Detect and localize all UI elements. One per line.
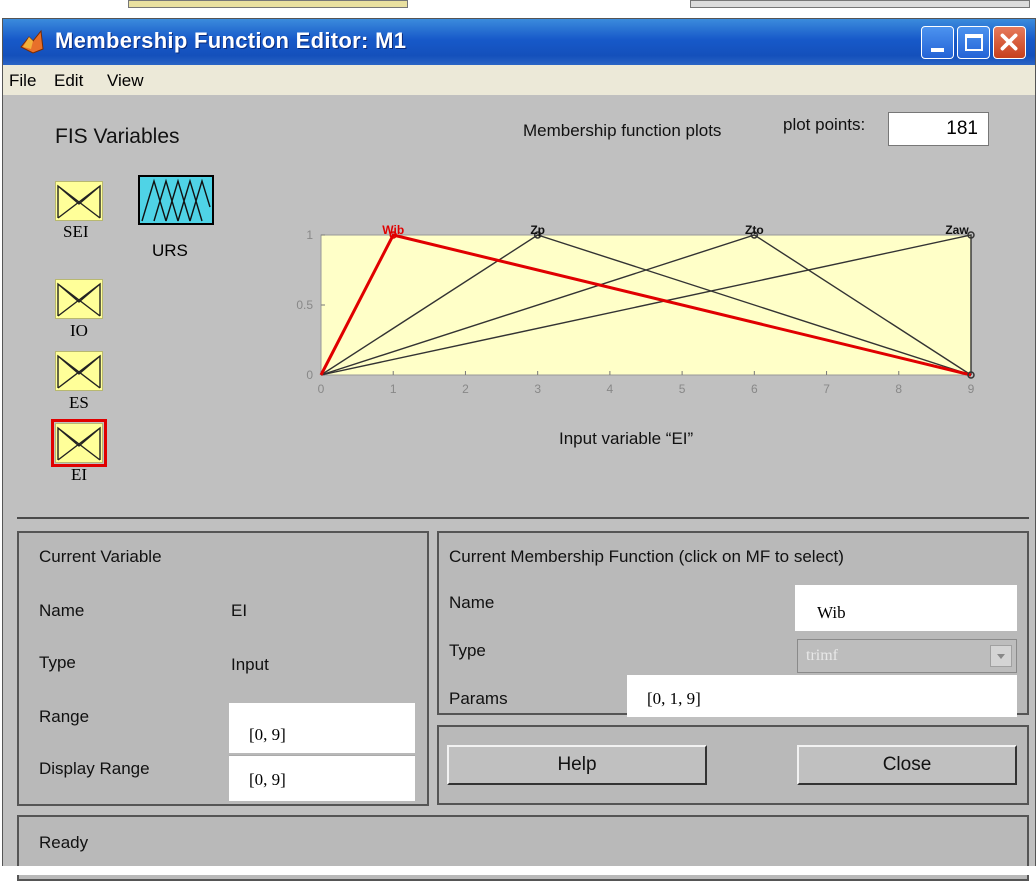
x-tick-label: 4 — [607, 382, 614, 396]
x-tick-label: 7 — [823, 382, 830, 396]
membership-function-editor-window: Membership Function Editor: M1 File Edit… — [2, 18, 1036, 881]
variable-name-label: Name — [39, 601, 85, 620]
close-icon — [1000, 33, 1018, 51]
editor-content: FIS Variables SEI URS IO ES EI Membershi… — [3, 95, 1035, 881]
mf-label-wib: Wib — [382, 225, 404, 237]
mf-label-zp: Zp — [530, 225, 545, 237]
plot-points-label: plot points: — [783, 115, 866, 134]
mf-output-icon — [141, 178, 211, 222]
mf-input-icon — [57, 282, 101, 317]
x-tick-label: 9 — [968, 382, 975, 396]
minimize-icon — [931, 48, 944, 52]
y-tick-label: 0.5 — [296, 298, 313, 312]
variable-ei-label: EI — [71, 465, 88, 484]
x-tick-label: 3 — [534, 382, 541, 396]
membership-plots-label: Membership function plots — [523, 121, 722, 140]
status-text: Ready — [39, 833, 89, 852]
variable-io-label: IO — [70, 321, 88, 340]
background-page-bottom — [0, 866, 1036, 875]
mf-type-label: Type — [449, 641, 486, 660]
variable-io-icon[interactable] — [55, 279, 103, 319]
menu-file[interactable]: File — [9, 71, 36, 91]
title-bar[interactable]: Membership Function Editor: M1 — [3, 19, 1035, 65]
mf-type-select[interactable]: trimf — [797, 639, 1017, 673]
menu-view[interactable]: View — [107, 71, 144, 91]
variable-type-value: Input — [231, 655, 269, 674]
variable-urs-icon[interactable] — [138, 175, 214, 225]
minimize-button[interactable] — [921, 26, 954, 59]
range-label: Range — [39, 707, 90, 726]
variable-sei-icon[interactable] — [55, 181, 103, 221]
mf-label-zaw: Zaw — [945, 225, 969, 237]
close-window-button[interactable] — [993, 26, 1026, 59]
variable-type-label: Type — [39, 653, 76, 672]
button-panel: Help Close — [437, 725, 1029, 805]
mf-params-input[interactable]: [0, 1, 9] — [627, 675, 1017, 717]
maximize-icon — [965, 34, 983, 51]
mf-input-icon — [57, 426, 101, 461]
y-tick-label: 0 — [306, 368, 313, 382]
variable-ei-icon[interactable] — [51, 419, 107, 467]
current-variable-title: Current Variable — [39, 547, 162, 566]
help-button[interactable]: Help — [447, 745, 707, 785]
variable-es-icon[interactable] — [55, 351, 103, 391]
plot-points-input[interactable]: 181 — [888, 112, 989, 146]
mf-params-label: Params — [449, 689, 508, 708]
x-tick-label: 8 — [895, 382, 902, 396]
close-button[interactable]: Close — [797, 745, 1017, 785]
x-tick-label: 1 — [390, 382, 397, 396]
current-mf-title: Current Membership Function (click on MF… — [449, 547, 844, 566]
x-tick-label: 5 — [679, 382, 686, 396]
mf-type-value: trimf — [806, 647, 838, 664]
chevron-down-icon[interactable] — [990, 645, 1012, 667]
x-axis-label: Input variable “EI” — [559, 429, 694, 448]
x-tick-label: 6 — [751, 382, 758, 396]
window-title: Membership Function Editor: M1 — [55, 28, 407, 53]
x-tick-label: 2 — [462, 382, 469, 396]
menu-edit[interactable]: Edit — [54, 71, 83, 91]
display-range-input[interactable]: [0, 9] — [229, 755, 415, 801]
matlab-icon — [20, 29, 44, 54]
range-input[interactable]: [0, 9] — [229, 703, 415, 753]
mf-input-icon — [57, 354, 101, 389]
current-variable-panel: Current Variable Name EI Type Input Rang… — [17, 531, 429, 806]
mf-label-zto: Zto — [745, 225, 764, 237]
current-mf-panel: Current Membership Function (click on MF… — [437, 531, 1029, 717]
x-tick-label: 0 — [318, 382, 325, 396]
y-tick-label: 1 — [306, 228, 313, 242]
maximize-button[interactable] — [957, 26, 990, 59]
background-fragment — [690, 0, 1030, 8]
membership-function-plot[interactable]: 0 1 2 3 4 5 6 7 8 9 0 0.5 1 Zp Zto Zaw Wib — [285, 225, 1015, 415]
background-fragment — [128, 0, 408, 8]
display-range-label: Display Range — [39, 759, 150, 778]
fis-variables-title: FIS Variables — [55, 125, 180, 148]
variable-name-value: EI — [231, 601, 248, 620]
mf-name-input[interactable]: Wib — [795, 585, 1017, 631]
menu-bar: File Edit View — [3, 65, 1035, 95]
mf-name-label: Name — [449, 593, 495, 612]
variable-sei-label: SEI — [63, 222, 89, 241]
mf-input-icon — [57, 184, 101, 219]
variable-urs-label: URS — [152, 241, 188, 260]
variable-es-label: ES — [69, 393, 89, 412]
section-divider — [17, 517, 1029, 519]
